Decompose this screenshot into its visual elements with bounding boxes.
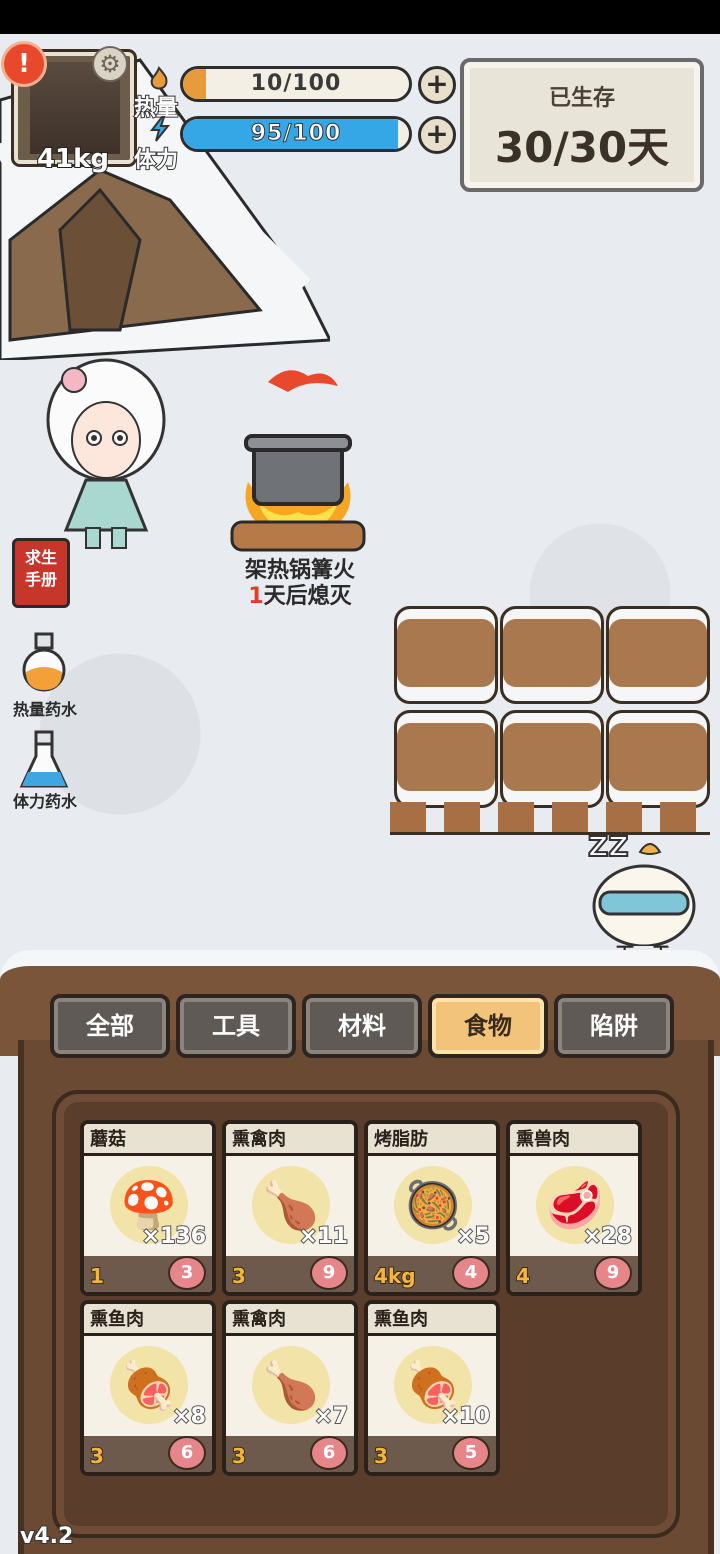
heat-bar: 10/100: [180, 66, 412, 102]
stamina-potion-icon[interactable]: [18, 730, 70, 790]
item-card[interactable]: 熏禽肉 🍗 ×7 3 6: [222, 1300, 358, 1476]
campfire-suffix: 天后熄灭: [263, 584, 352, 609]
item-name: 烤脂肪: [368, 1124, 496, 1156]
survival-count: 30/30天: [494, 123, 670, 172]
add-stamina-button[interactable]: +: [418, 116, 456, 154]
tab-materials[interactable]: 材料: [302, 994, 422, 1058]
heat-potion-label: 热量药水: [12, 700, 77, 719]
farm-plot[interactable]: [500, 606, 604, 704]
item-quantity: ×5: [455, 1223, 491, 1250]
alert-icon[interactable]: !: [4, 44, 44, 84]
gear-icon[interactable]: ⚙: [92, 46, 128, 82]
item-quantity: ×28: [582, 1223, 633, 1250]
item-card[interactable]: 烤脂肪 🥘 ×5 4kg 4: [364, 1120, 500, 1296]
item-quantity: ×10: [440, 1403, 491, 1430]
farm-plot[interactable]: [394, 710, 498, 808]
handbook-label: 求生 手册: [24, 548, 57, 589]
item-fullness: 5: [452, 1436, 490, 1470]
campfire-pot[interactable]: [228, 362, 368, 572]
status-bar: [0, 0, 720, 34]
campfire-status: 架热锅篝火 1天后熄灭: [200, 558, 400, 610]
farm-plot[interactable]: [394, 606, 498, 704]
farm-plots[interactable]: [390, 606, 710, 836]
survival-title: 已生存: [548, 86, 615, 111]
campfire-days: 1: [248, 584, 264, 609]
item-card[interactable]: 熏兽肉 🥩 ×28 4 9: [506, 1120, 642, 1296]
farm-plot[interactable]: [606, 710, 710, 808]
version-label: v4.2: [19, 1523, 74, 1550]
svg-text:ZZ: ZZ: [588, 830, 629, 863]
item-fullness: 4: [452, 1256, 490, 1290]
survival-handbook-button[interactable]: 求生 手册: [12, 538, 70, 608]
stamina-potion-label: 体力药水: [12, 792, 77, 811]
farm-plot[interactable]: [606, 606, 710, 704]
item-heat: 3: [373, 1443, 389, 1469]
item-quantity: ×11: [298, 1223, 349, 1250]
item-heat: 4kg: [373, 1263, 417, 1289]
item-name: 熏兽肉: [510, 1124, 638, 1156]
item-name: 熏鱼肉: [84, 1304, 212, 1336]
item-fullness: 9: [310, 1256, 348, 1290]
item-heat: 3: [231, 1263, 247, 1289]
add-heat-button[interactable]: +: [418, 66, 456, 104]
item-card[interactable]: 熏鱼肉 🍖 ×8 3 6: [80, 1300, 216, 1476]
tab-tools[interactable]: 工具: [176, 994, 296, 1058]
lightning-icon: [148, 116, 172, 142]
item-name: 熏禽肉: [226, 1124, 354, 1156]
tab-all[interactable]: 全部: [50, 994, 170, 1058]
tab-food[interactable]: 食物: [428, 994, 548, 1058]
item-name: 熏鱼肉: [368, 1304, 496, 1336]
item-quantity: ×7: [313, 1403, 349, 1430]
item-card[interactable]: 熏鱼肉 🍖 ×10 3 5: [364, 1300, 500, 1476]
item-quantity: ×136: [141, 1223, 207, 1250]
item-heat: 1: [89, 1263, 105, 1289]
weight-label: 41kg: [36, 143, 110, 175]
sleeping-character-icon[interactable]: ZZ: [584, 826, 714, 946]
stamina-value: 95/100: [250, 121, 342, 147]
stamina-bar: 95/100: [180, 116, 412, 152]
item-heat: 3: [231, 1443, 247, 1469]
item-fullness: 6: [310, 1436, 348, 1470]
item-fullness: 6: [168, 1436, 206, 1470]
stamina-label: 体力: [133, 147, 179, 174]
heat-potion-icon[interactable]: [18, 632, 70, 692]
item-name: 熏禽肉: [226, 1304, 354, 1336]
tab-traps[interactable]: 陷阱: [554, 994, 674, 1058]
item-card[interactable]: 熏禽肉 🍗 ×11 3 9: [222, 1120, 358, 1296]
item-name: 蘑菇: [84, 1124, 212, 1156]
item-heat: 4: [515, 1263, 531, 1289]
item-heat: 3: [89, 1443, 105, 1469]
item-quantity: ×8: [171, 1403, 207, 1430]
campfire-name: 架热锅篝火: [244, 558, 355, 583]
item-card[interactable]: 蘑菇 🍄 ×136 1 3: [80, 1120, 216, 1296]
farm-plot[interactable]: [500, 710, 604, 808]
survivor-character[interactable]: [36, 340, 176, 552]
survival-board: 已生存 30/30天: [460, 58, 704, 192]
heat-value: 10/100: [250, 71, 342, 96]
item-fullness: 3: [168, 1256, 206, 1290]
flame-icon: [146, 66, 172, 92]
item-fullness: 9: [594, 1256, 632, 1290]
